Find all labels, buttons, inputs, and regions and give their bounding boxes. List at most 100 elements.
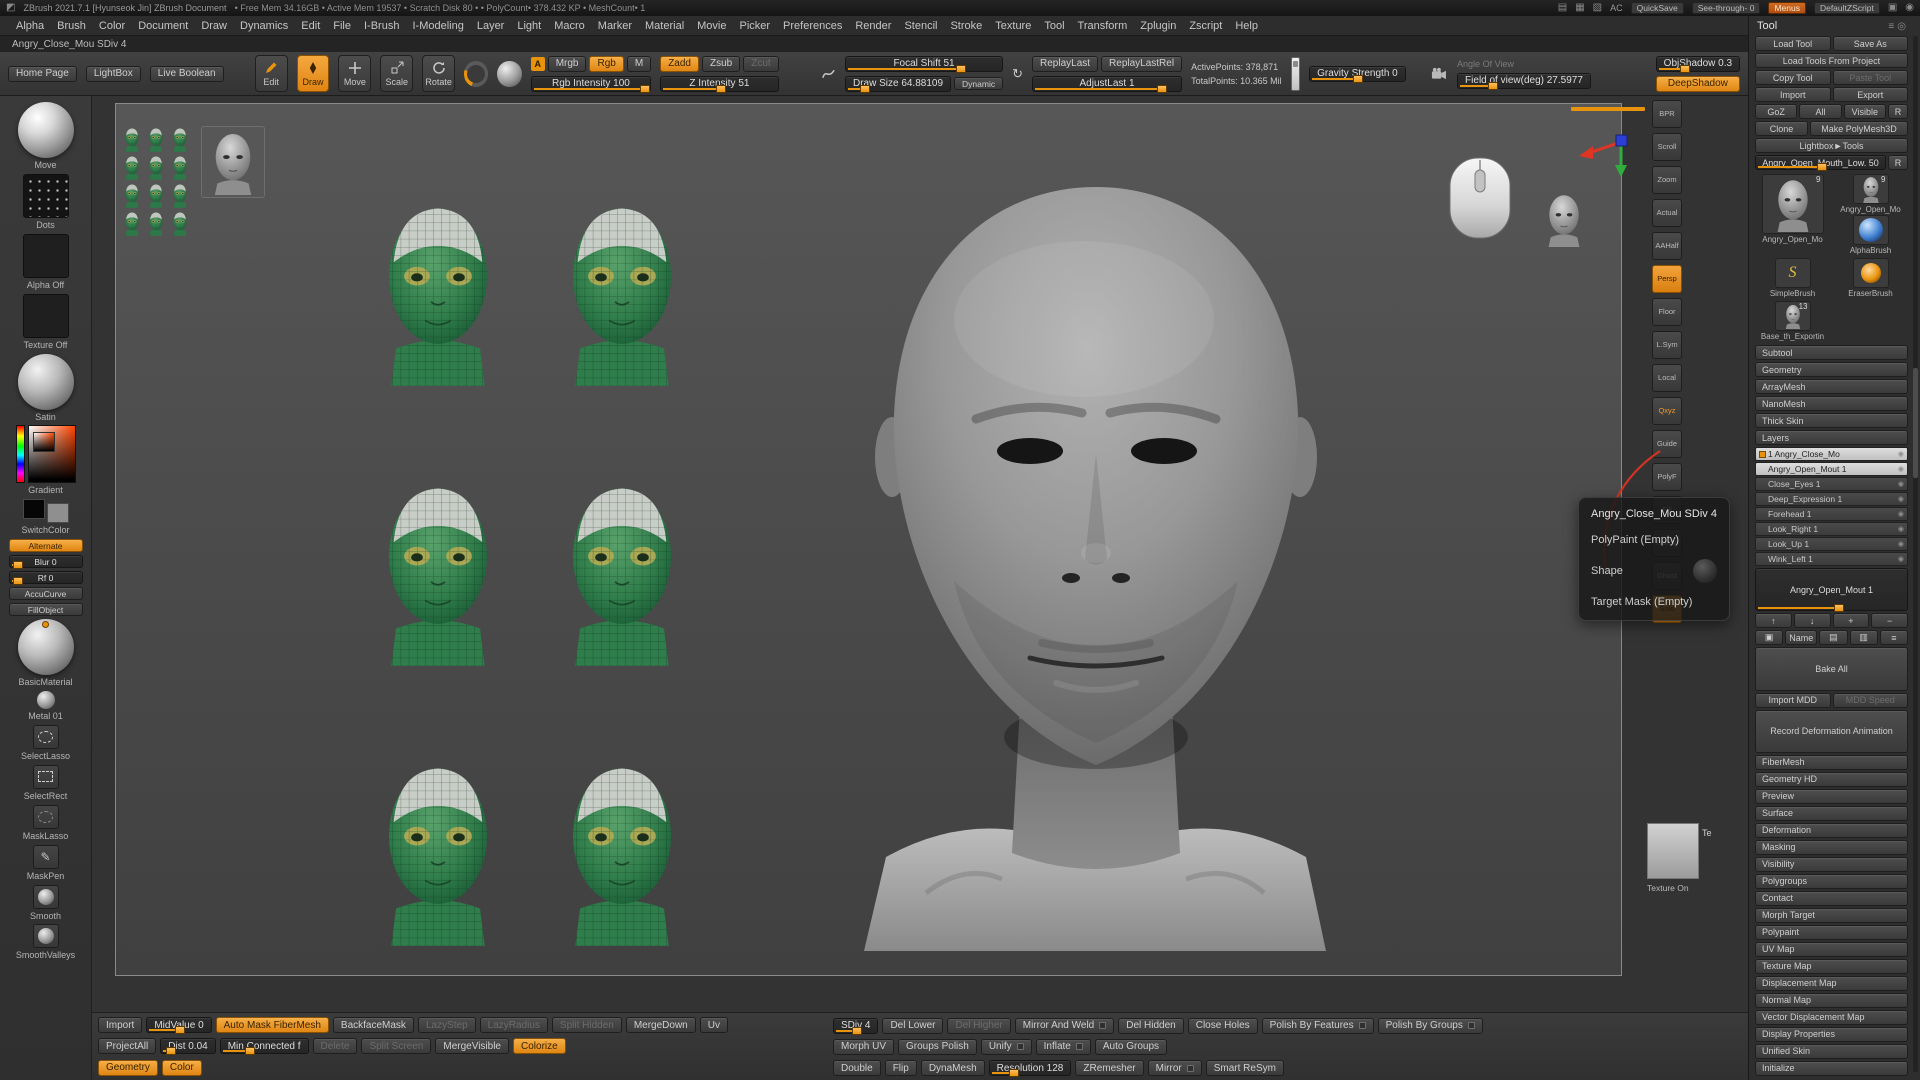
mini-head-thumbnail[interactable] — [121, 126, 143, 152]
menu-item[interactable]: Render — [849, 19, 897, 33]
tool-name-slider[interactable]: Angry_Open_Mouth_Low. 50 — [1755, 155, 1886, 170]
layer-tool-button[interactable]: ▥ — [1850, 630, 1878, 645]
wireframe-head[interactable] — [552, 160, 692, 418]
mini-head-thumbnail[interactable] — [169, 154, 191, 180]
layer-row[interactable]: Deep_Expression 1 ◉ — [1755, 492, 1908, 506]
home-page-button[interactable]: Home Page — [8, 66, 77, 82]
palette-section-button[interactable]: UV Map — [1755, 942, 1908, 957]
shelf-button[interactable]: Mirror — [1148, 1060, 1202, 1076]
zadd-button[interactable]: Zadd — [660, 56, 699, 72]
load-tools-from-project-button[interactable]: Load Tools From Project — [1755, 53, 1908, 68]
shelf-button[interactable]: Polish By Features — [1262, 1018, 1374, 1034]
draw-mode-button[interactable]: Draw — [297, 55, 330, 92]
palette-section-button[interactable]: Texture Map — [1755, 959, 1908, 974]
make-polymesh3d-button[interactable]: Make PolyMesh3D — [1810, 121, 1908, 136]
mini-head-thumbnail[interactable] — [169, 210, 191, 236]
lightbox-tools-button[interactable]: Lightbox►Tools — [1755, 138, 1908, 153]
mini-head-thumbnail[interactable] — [145, 126, 167, 152]
layer-row[interactable]: Look_Right 1 ◉ — [1755, 522, 1908, 536]
focal-shift-slider[interactable]: Focal Shift 51 — [845, 56, 1003, 72]
shelf-button[interactable]: Morph UV — [833, 1039, 894, 1055]
chart-icon[interactable]: ▦ — [1575, 3, 1584, 13]
rf-slider[interactable]: Rf 0 — [9, 571, 83, 584]
palette-section-button[interactable]: Preview — [1755, 789, 1908, 804]
scrollbar-thumb[interactable] — [1913, 368, 1918, 478]
select-rect-button[interactable] — [33, 765, 59, 789]
grid-icon[interactable]: ▣ — [1888, 3, 1897, 13]
secondary-color-swatch[interactable] — [47, 503, 69, 523]
shelf-button[interactable]: Flip — [885, 1060, 917, 1076]
move-mode-button[interactable]: Move — [338, 55, 371, 92]
menu-item[interactable]: Texture — [989, 19, 1037, 33]
menu-item[interactable]: Draw — [195, 19, 233, 33]
shelf-button[interactable]: Del Higher — [947, 1018, 1010, 1034]
scale-mode-button[interactable]: Scale — [380, 55, 413, 92]
simple-brush-thumbnail[interactable]: S — [1775, 258, 1811, 288]
shelf-button[interactable]: Resolution 128 — [989, 1060, 1072, 1076]
stroke-preview-ring[interactable] — [464, 61, 488, 87]
menu-item[interactable]: Zplugin — [1134, 19, 1182, 33]
mask-pen-button[interactable]: ✎ — [33, 845, 59, 869]
shelf-button[interactable]: Geometry — [98, 1060, 158, 1076]
rgb-button[interactable]: Rgb — [589, 56, 623, 72]
menu-item[interactable]: Color — [93, 19, 131, 33]
main-color-swatch[interactable] — [23, 499, 45, 519]
paste-tool-button[interactable]: Paste Tool — [1833, 70, 1909, 85]
replay-last-button[interactable]: ReplayLast — [1032, 56, 1098, 72]
goz-r-button[interactable]: R — [1888, 104, 1908, 119]
popup-item-shape[interactable]: Shape — [1591, 559, 1717, 583]
layer-row[interactable]: 1 Angry_Close_Mo ◉ — [1755, 447, 1908, 461]
alpha-brush-thumbnail[interactable] — [1853, 215, 1889, 245]
shelf-button[interactable]: Uv — [700, 1017, 728, 1033]
shelf-toggle-button[interactable]: Actual — [1652, 199, 1682, 227]
rotate-mode-button[interactable]: Rotate — [422, 55, 455, 92]
palette-section-button[interactable]: Thick Skin — [1755, 413, 1908, 428]
palette-section-button[interactable]: Contact — [1755, 891, 1908, 906]
current-tool-thumbnail[interactable]: 9 — [1762, 174, 1824, 234]
shelf-button[interactable]: BackfaceMask — [333, 1017, 414, 1033]
menu-item[interactable]: Dynamics — [234, 19, 294, 33]
palette-section-button[interactable]: Visibility — [1755, 857, 1908, 872]
menu-item[interactable]: Tool — [1038, 19, 1070, 33]
shelf-toggle-button[interactable]: Zoom — [1652, 166, 1682, 194]
canvas-area[interactable] — [92, 96, 1748, 1012]
camera-icon[interactable] — [1431, 67, 1448, 81]
mini-head-thumbnail[interactable] — [121, 154, 143, 180]
rgb-intensity-slider[interactable]: Rgb Intensity 100 — [531, 76, 652, 92]
palette-section-button[interactable]: Geometry HD — [1755, 772, 1908, 787]
goz-button[interactable]: GoZ — [1755, 104, 1797, 119]
menus-button[interactable]: Menus — [1768, 2, 1806, 14]
shelf-button[interactable]: ProjectAll — [98, 1038, 156, 1054]
session-icon[interactable]: ◉ — [1905, 3, 1914, 13]
alpha-swatch[interactable] — [23, 234, 69, 278]
shelf-button[interactable]: Double — [833, 1060, 881, 1076]
layer-tool-button[interactable]: ▤ — [1819, 630, 1847, 645]
palette-section-button[interactable]: Polypaint — [1755, 925, 1908, 940]
palette-section-button[interactable]: Masking — [1755, 840, 1908, 855]
menu-item[interactable]: Picker — [733, 19, 776, 33]
bake-all-button[interactable]: Bake All — [1755, 647, 1908, 690]
palette-section-button[interactable]: Vector Displacement Map — [1755, 1010, 1908, 1025]
record-deformation-button[interactable]: Record Deformation Animation — [1755, 710, 1908, 753]
shelf-button[interactable]: DynaMesh — [921, 1060, 985, 1076]
preview-zoom-slider[interactable] — [1291, 57, 1300, 91]
replay-icon[interactable]: ↻ — [1012, 67, 1023, 80]
palette-section-button[interactable]: Normal Map — [1755, 993, 1908, 1008]
layer-row[interactable]: Angry_Open_Mout 1 ◉ — [1755, 462, 1908, 476]
menu-item[interactable]: File — [327, 19, 357, 33]
menu-item[interactable]: Stroke — [944, 19, 988, 33]
shelf-button[interactable]: Delete — [313, 1038, 358, 1054]
sculpted-head-model[interactable] — [834, 151, 1354, 951]
replay-last-rel-button[interactable]: ReplayLastRel — [1101, 56, 1182, 72]
layers-section-button[interactable]: Layers — [1755, 430, 1908, 445]
color-picker[interactable] — [16, 425, 76, 483]
mini-head-thumbnail[interactable] — [169, 182, 191, 208]
zcut-button[interactable]: Zcut — [743, 56, 778, 72]
mrgb-button[interactable]: Mrgb — [548, 56, 587, 72]
import-button[interactable]: Import — [1755, 87, 1831, 102]
mini-head-thumbnail[interactable] — [121, 182, 143, 208]
seethrough-button[interactable]: See-through- 0 — [1692, 2, 1761, 14]
shelf-toggle-button[interactable]: Persp — [1652, 265, 1682, 293]
smooth-brush-button[interactable] — [33, 885, 59, 909]
shelf-button[interactable]: Auto Groups — [1095, 1039, 1167, 1055]
